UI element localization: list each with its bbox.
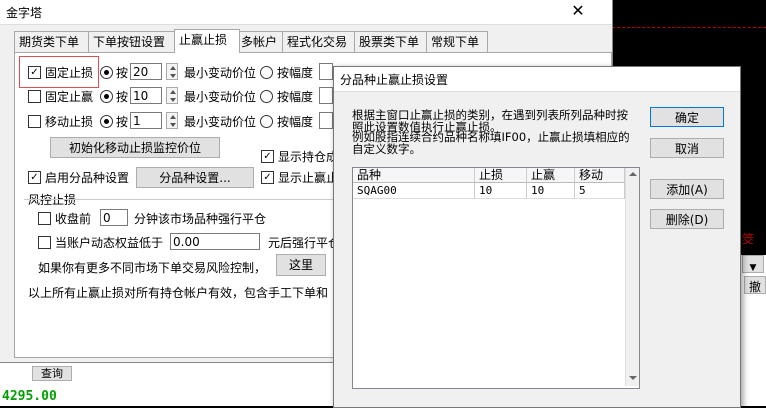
chevron-down-icon: ▼ — [749, 263, 757, 273]
enable-variety-label: 启用分品种设置 — [45, 171, 130, 185]
side-cancel-button[interactable]: 撤 — [744, 276, 766, 294]
tab-futures-order[interactable]: 期货类下单 — [14, 31, 90, 52]
table-cell-stop-profit[interactable]: 10 — [527, 183, 575, 199]
show-position-checkbox[interactable]: ✓ — [261, 150, 274, 163]
background-frame — [88, 362, 333, 406]
here-button[interactable]: 这里 — [276, 254, 326, 276]
add-button[interactable]: 添加(A) — [650, 179, 724, 199]
enable-variety-checkbox[interactable]: ✓ — [28, 171, 41, 184]
equity-checkbox[interactable] — [38, 236, 51, 249]
table-scrollbar[interactable] — [625, 168, 639, 386]
row2-pct-radio[interactable] — [260, 90, 273, 103]
row2-min-label: 最小变动价位 — [184, 90, 257, 104]
equity-field[interactable]: 0.00 — [170, 233, 260, 250]
tab-program-trading[interactable]: 程式化交易 — [282, 31, 358, 52]
row3-pct-radio[interactable] — [260, 115, 273, 128]
row1-by-label: 按 — [116, 66, 129, 80]
row1-by-radio[interactable] — [100, 66, 113, 79]
cancel-button[interactable]: 取消 — [650, 138, 724, 158]
price-value: 4295.00 — [2, 389, 57, 404]
fixed-stop-loss-label: 固定止损 — [45, 66, 94, 80]
row3-value-field[interactable]: 1 — [130, 112, 162, 129]
close-minutes-field[interactable]: 0 — [100, 209, 128, 226]
sub-titlebar: 分品种止赢止损设置 — [334, 67, 740, 92]
delete-button[interactable]: 删除(D) — [650, 209, 724, 229]
row1-min-label: 最小变动价位 — [184, 66, 257, 80]
window-title: 金字塔 — [6, 6, 43, 20]
close-before-checkbox[interactable] — [38, 212, 51, 225]
show-stop-label: 显示止赢止 — [278, 171, 339, 185]
row2-pct-field[interactable] — [319, 87, 333, 104]
row2-spinner[interactable] — [166, 87, 178, 104]
fixed-stop-profit-label: 固定止赢 — [45, 90, 94, 104]
table-cell-stop-loss[interactable]: 10 — [475, 183, 527, 199]
show-stop-checkbox[interactable]: ✓ — [261, 171, 274, 184]
equity-label: 当账户动态权益低于 — [55, 236, 164, 250]
close-icon[interactable]: ✕ — [556, 0, 600, 22]
row3-spinner[interactable] — [166, 112, 178, 129]
variety-table: 品种 止损 止赢 移动 SQAG00 10 10 5 — [352, 167, 640, 389]
tab-general-order[interactable]: 常规下单 — [426, 31, 488, 52]
show-position-label: 显示持仓成 — [278, 150, 339, 164]
variety-settings-button[interactable]: 分品种设置... — [136, 167, 254, 188]
row3-pct-field[interactable] — [319, 112, 333, 129]
close-after-label: 分钟该市场品种强行平仓 — [134, 212, 267, 226]
col-header-stop-loss[interactable]: 止损 — [475, 168, 527, 183]
table-cell-trailing[interactable]: 5 — [575, 183, 625, 199]
sub-window-title: 分品种止赢止损设置 — [340, 73, 449, 87]
red-text: 筊 — [742, 232, 755, 246]
table-cell-variety[interactable]: SQAG00 — [353, 183, 475, 199]
row2-by-radio[interactable] — [100, 90, 113, 103]
close-before-label: 收盘前 — [55, 212, 92, 226]
footer-note: 以上所有止赢止损对所有持仓帐户有效，包含手工下单和 — [28, 286, 329, 300]
row2-by-label: 按 — [116, 90, 129, 104]
right-background — [612, 0, 766, 66]
row1-value-field[interactable]: 20 — [130, 63, 162, 80]
row2-pct-label: 按幅度 — [277, 90, 314, 104]
fixed-stop-loss-checkbox[interactable]: ✓ — [28, 66, 41, 79]
equity-after-label: 元后强行平仓 — [268, 236, 341, 250]
row1-pct-label: 按幅度 — [277, 66, 314, 80]
tab-multi-account[interactable]: 多帐户 — [236, 31, 286, 52]
row1-spinner[interactable] — [166, 63, 178, 80]
row1-pct-radio[interactable] — [260, 66, 273, 79]
row3-min-label: 最小变动价位 — [184, 115, 257, 129]
col-header-trailing[interactable]: 移动 — [575, 168, 625, 183]
ok-button[interactable]: 确定 — [650, 107, 724, 127]
side-dropdown[interactable]: ▼ — [742, 255, 764, 273]
row3-pct-label: 按幅度 — [277, 115, 314, 129]
description-line-4: 自定义数字。 — [352, 142, 421, 156]
trailing-stop-label: 移动止损 — [45, 115, 94, 129]
tab-stock-order[interactable]: 股票类下单 — [354, 31, 430, 52]
chart-redline — [612, 27, 766, 29]
more-markets-text: 如果你有更多不同市场下单交易风险控制， — [38, 261, 267, 275]
main-titlebar: 金字塔 ✕ — [0, 0, 612, 25]
row3-by-label: 按 — [116, 115, 129, 129]
tab-order-buttons[interactable]: 下单按钮设置 — [88, 31, 176, 52]
col-header-variety[interactable]: 品种 — [353, 168, 475, 183]
trailing-stop-checkbox[interactable] — [28, 115, 41, 128]
variety-settings-dialog: 分品种止赢止损设置 根据主窗口止赢止损的类别，在遇到列表所列品种时按 照此设置数… — [333, 66, 741, 408]
scroll-up-icon[interactable] — [629, 172, 637, 176]
init-trailing-button[interactable]: 初始化移动止损监控价位 — [50, 137, 220, 158]
fixed-stop-profit-checkbox[interactable] — [28, 90, 41, 103]
row3-by-radio[interactable] — [100, 115, 113, 128]
scroll-down-icon[interactable] — [629, 376, 637, 380]
row1-pct-field[interactable] — [319, 63, 333, 80]
row2-value-field[interactable]: 10 — [130, 87, 162, 104]
query-button[interactable]: 查询 — [32, 366, 72, 381]
col-header-stop-profit[interactable]: 止赢 — [527, 168, 575, 183]
tab-stop-profit-loss[interactable]: 止赢止损 — [174, 29, 240, 53]
